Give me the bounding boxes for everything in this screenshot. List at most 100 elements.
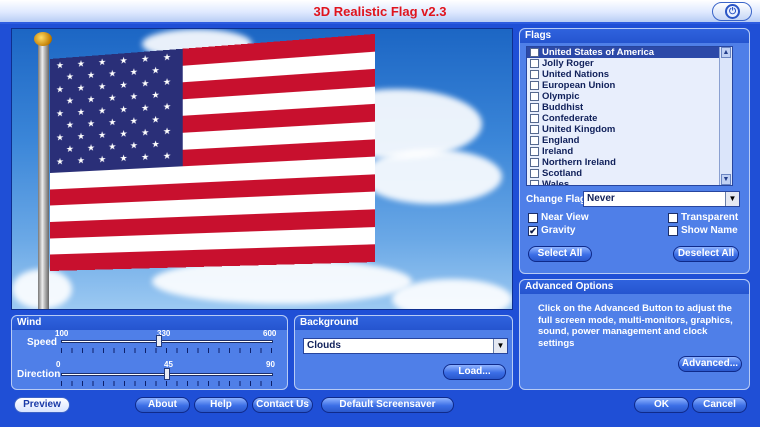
- flag-star-icon: ★: [98, 129, 107, 141]
- chevron-down-icon: ▼: [493, 339, 507, 353]
- contact-us-button[interactable]: Contact Us: [252, 397, 313, 413]
- select-all-button[interactable]: Select All: [528, 246, 592, 262]
- load-button[interactable]: Load...: [443, 364, 506, 380]
- flag-checkbox[interactable]: [530, 59, 539, 68]
- flag-checkbox[interactable]: [530, 70, 539, 79]
- flag-list-item-label: Confederate: [542, 113, 598, 124]
- flag-star-icon: ★: [129, 139, 139, 151]
- flag-list-scrollbar[interactable]: ▲ ▼: [719, 47, 732, 185]
- flag-star-icon: ★: [55, 59, 64, 71]
- flag-list-item[interactable]: United States of America: [527, 47, 732, 58]
- flag-checkbox[interactable]: [530, 158, 539, 167]
- scroll-up-icon[interactable]: ▲: [721, 47, 731, 58]
- flag-checkbox[interactable]: [530, 114, 539, 123]
- flag-list[interactable]: United States of America Jolly Roger Unite…: [526, 46, 733, 186]
- flag-checkbox[interactable]: [530, 92, 539, 101]
- flag-list-item-label: Wales: [542, 179, 570, 186]
- flag-star-icon: ★: [76, 106, 86, 118]
- flag-list-item[interactable]: Jolly Roger: [527, 58, 732, 69]
- flag-star-icon: ★: [98, 80, 107, 92]
- help-title-button[interactable]: ⏻: [712, 2, 752, 21]
- transparent-checkbox[interactable]: [668, 213, 678, 223]
- transparent-label: Transparent: [681, 212, 739, 223]
- flag-checkbox[interactable]: [530, 169, 539, 178]
- flag-star-icon: ★: [55, 132, 64, 143]
- preview-button[interactable]: Preview: [14, 397, 70, 413]
- flag-star-icon: ★: [108, 92, 117, 104]
- title-bar: 3D Realistic Flag v2.3 ⏻: [0, 0, 760, 24]
- flag-star-icon: ★: [141, 77, 150, 89]
- flag-star-icon: ★: [76, 58, 86, 69]
- advanced-options-title: Advanced Options: [520, 280, 749, 294]
- flag-list-item-label: Jolly Roger: [542, 58, 594, 69]
- flag-star-icon: ★: [119, 103, 128, 115]
- flag-checkbox[interactable]: [530, 136, 539, 145]
- flag-star-icon: ★: [86, 93, 96, 105]
- flag-list-item-label: United Kingdom: [542, 124, 616, 135]
- background-select[interactable]: Clouds ▼: [303, 338, 508, 354]
- flag-list-item[interactable]: European Union: [527, 80, 732, 91]
- change-flag-label: Change Flag: [526, 194, 587, 205]
- flag-checkbox[interactable]: [530, 103, 539, 112]
- flag-star-icon: ★: [119, 128, 128, 140]
- flag-star-icon: ★: [162, 76, 172, 88]
- flag-star-icon: ★: [108, 116, 117, 128]
- speed-slider-thumb[interactable]: [155, 335, 162, 347]
- flag-list-item[interactable]: Buddhist: [527, 102, 732, 113]
- deselect-all-button[interactable]: Deselect All: [673, 246, 739, 262]
- power-icon: ⏻: [725, 4, 740, 19]
- flag-star-icon: ★: [55, 84, 64, 95]
- flag-list-item-label: United States of America: [542, 47, 655, 58]
- flags-panel: Flags United States of America Jolly Roge…: [519, 28, 750, 274]
- flag-checkbox[interactable]: [530, 180, 539, 185]
- flag-checkbox[interactable]: [530, 81, 539, 90]
- flag-list-item[interactable]: United Kingdom: [527, 124, 732, 135]
- flag-star-icon: ★: [141, 127, 150, 138]
- flag-star-icon: ★: [86, 118, 96, 129]
- about-button[interactable]: About: [135, 397, 190, 413]
- background-value: Clouds: [307, 340, 341, 351]
- flag-checkbox[interactable]: [530, 147, 539, 156]
- speed-label: Speed: [27, 337, 58, 348]
- flag-star-icon: ★: [119, 152, 128, 164]
- show-name-checkbox[interactable]: [668, 226, 678, 236]
- default-screensaver-button[interactable]: Default Screensaver: [321, 397, 454, 413]
- change-flag-select[interactable]: Never ▼: [583, 191, 740, 207]
- flag-checkbox[interactable]: [530, 125, 539, 134]
- flag-list-item[interactable]: Confederate: [527, 113, 732, 124]
- flag-star-icon: ★: [98, 153, 107, 165]
- flag-list-item[interactable]: Northern Ireland: [527, 157, 732, 168]
- flag-checkbox[interactable]: [530, 48, 539, 57]
- flag-pole: [38, 39, 49, 309]
- speed-slider[interactable]: [61, 340, 273, 343]
- advanced-button[interactable]: Advanced...: [678, 356, 742, 372]
- flag-star-icon: ★: [141, 53, 150, 65]
- flag-star-icon: ★: [129, 90, 139, 102]
- advanced-options-description: Click on the Advanced Button to adjust t…: [538, 303, 733, 349]
- cancel-button[interactable]: Cancel: [692, 397, 747, 413]
- show-name-label: Show Name: [681, 225, 738, 236]
- speed-max: 600: [263, 329, 277, 338]
- flag-star-icon: ★: [151, 138, 160, 150]
- flag-star-icon: ★: [65, 71, 74, 82]
- flag-list-item-label: Olympic: [542, 91, 580, 102]
- direction-max: 90: [266, 360, 275, 369]
- near-view-label: Near View: [541, 212, 589, 223]
- help-button[interactable]: Help: [194, 397, 248, 413]
- flag-star-icon: ★: [119, 55, 128, 66]
- scroll-down-icon[interactable]: ▼: [721, 174, 731, 185]
- near-view-checkbox[interactable]: [528, 213, 538, 223]
- flag-list-item[interactable]: Wales: [527, 179, 732, 186]
- flag-list-item[interactable]: Scotland: [527, 168, 732, 179]
- flag-list-item[interactable]: Olympic: [527, 91, 732, 102]
- flag-list-item[interactable]: Ireland: [527, 146, 732, 157]
- ok-button[interactable]: OK: [634, 397, 689, 413]
- direction-slider-thumb[interactable]: [164, 368, 170, 380]
- flag-list-item-label: United Nations: [542, 69, 610, 80]
- flag-list-item[interactable]: England: [527, 135, 732, 146]
- flag-list-item[interactable]: United Nations: [527, 69, 732, 80]
- chevron-down-icon: ▼: [725, 192, 739, 206]
- wind-panel-title: Wind: [12, 316, 287, 330]
- gravity-checkbox[interactable]: ✔: [528, 226, 538, 236]
- us-flag: ★ ★ ★ ★ ★ ★ ★ ★ ★ ★ ★ ★ ★ ★ ★ ★ ★ ★ ★ ★ ★ ★ ★ ★ ★ ★ ★ ★ ★ ★ ★ ★ ★ ★ ★ ★ ★ ★ ★ ★…: [50, 33, 376, 272]
